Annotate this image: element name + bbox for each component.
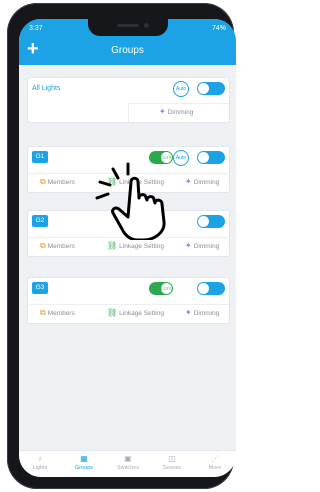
switch-icon: ▣ [124, 454, 132, 463]
power-toggle[interactable] [197, 215, 225, 228]
group-badge: G3 [32, 282, 48, 294]
tap-hand-icon [95, 162, 166, 240]
bulb-icon: ✦ [185, 308, 192, 317]
members-button[interactable]: ⧉ Members [40, 178, 75, 186]
dimming-button[interactable]: ✦ Dimming [159, 108, 193, 116]
members-button[interactable]: ⧉ Members [40, 309, 75, 317]
members-icon: ⧉ [40, 177, 46, 186]
link-icon: ⛓ [107, 241, 118, 250]
power-toggle[interactable] [197, 282, 225, 295]
linkage-setting-button[interactable]: ⛓ Linkage Setting [107, 309, 164, 317]
tab-scenes[interactable]: ◫ Scenes [152, 454, 192, 471]
tab-groups[interactable]: ▦ Groups [64, 454, 104, 471]
members-icon: ⧉ [40, 241, 46, 250]
bulb-icon: ✦ [185, 241, 192, 250]
all-lights-label[interactable]: All Lights [32, 85, 60, 92]
tab-lights[interactable]: ♁ Lights [20, 454, 60, 471]
app-screen: 3:37 74% + Groups All Lights Auto ✦ Dimm… [19, 19, 236, 477]
group-light-toggle[interactable]: LOTS [149, 282, 173, 295]
group-badge: G1 [32, 151, 48, 163]
linkage-setting-button[interactable]: ⛓ Linkage Setting [107, 242, 164, 250]
power-toggle[interactable] [197, 151, 225, 164]
members-button[interactable]: ⧉ Members [40, 242, 75, 250]
bulb-icon: ✦ [159, 107, 166, 116]
group-card-g3: G3 LOTS ⧉ Members ⛓ Linkage Setting ✦ Di… [27, 277, 230, 324]
share-icon: ⋰ [211, 454, 219, 463]
power-toggle[interactable] [197, 82, 225, 95]
all-lights-card: All Lights Auto ✦ Dimming [27, 77, 230, 123]
bulb-icon: ✦ [185, 177, 192, 186]
link-icon: ⛓ [107, 308, 118, 317]
dimming-button[interactable]: ✦ Dimming [185, 242, 219, 250]
status-time: 3:37 [29, 25, 43, 32]
notch [88, 19, 168, 36]
scene-icon: ◫ [168, 454, 176, 463]
group-badge: G2 [32, 215, 48, 227]
phone-frame: 3:37 74% + Groups All Lights Auto ✦ Dimm… [7, 3, 236, 489]
status-battery: 74% [211, 25, 226, 32]
auto-button[interactable]: Auto [173, 81, 189, 97]
tab-switches[interactable]: ▣ Switches [108, 454, 148, 471]
members-icon: ⧉ [40, 308, 46, 317]
tab-more[interactable]: ⋰ More [195, 454, 235, 471]
bottom-tab-bar: ♁ Lights ▦ Groups ▣ Switches ◫ Scenes ⋰ … [19, 450, 236, 477]
groups-icon: ▦ [80, 454, 88, 463]
dimming-button[interactable]: ✦ Dimming [185, 178, 219, 186]
page-title: Groups [111, 45, 144, 56]
dimming-button[interactable]: ✦ Dimming [185, 309, 219, 317]
bulb-icon: ♁ [37, 454, 43, 463]
